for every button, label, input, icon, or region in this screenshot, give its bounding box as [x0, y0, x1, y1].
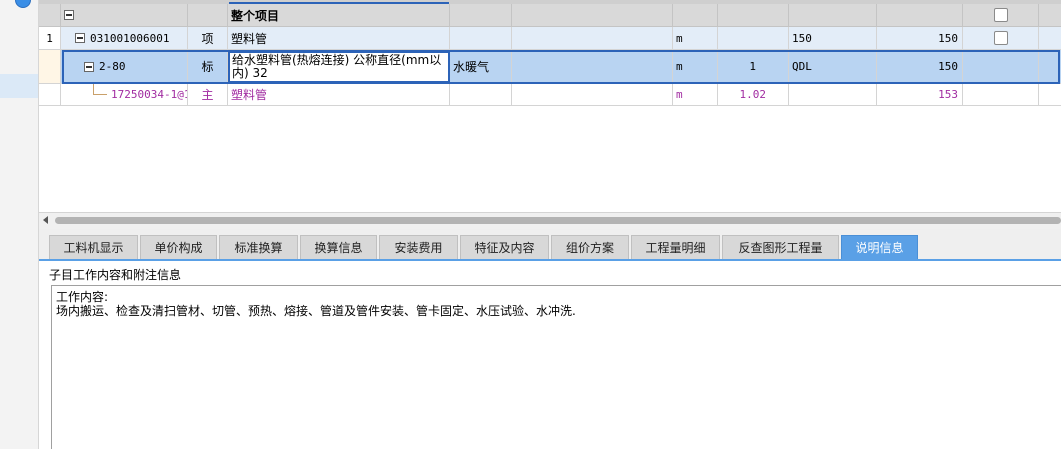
- item-unit: m: [673, 27, 718, 50]
- tab-labor-material-machine[interactable]: 工料机显示: [49, 235, 138, 259]
- quota-type: 标: [188, 50, 228, 84]
- collapse-icon[interactable]: [84, 61, 94, 72]
- tab-standard-conversion[interactable]: 标准换算: [219, 235, 298, 259]
- left-nav-strip: [0, 0, 39, 449]
- quota-unit: m: [673, 50, 718, 84]
- quota-value2: 150: [877, 50, 963, 84]
- panel-caption: 子目工作内容和附注信息: [49, 268, 182, 282]
- item-type: 项: [188, 27, 228, 50]
- tab-install-fee[interactable]: 安装费用: [379, 235, 458, 259]
- tab-quantity-detail[interactable]: 工程量明细: [631, 235, 720, 259]
- bill-grid: 整个项目 1 031001006001 项 塑料管 m 150 150 2-80…: [39, 0, 1061, 212]
- main-code: 17250034-1@1: [61, 84, 188, 106]
- quota-quantity[interactable]: 1: [718, 50, 789, 84]
- project-title: 整个项目: [228, 4, 450, 27]
- quota-code: 2-80: [99, 60, 126, 73]
- table-row-item[interactable]: 1 031001006001 项 塑料管 m 150 150: [39, 27, 1061, 50]
- left-nav-selected-item[interactable]: [0, 74, 38, 98]
- table-row-project[interactable]: 整个项目: [39, 4, 1061, 27]
- main-name[interactable]: 塑料管: [228, 84, 450, 106]
- row-index: 1: [39, 27, 61, 50]
- main-quantity: 1.02: [718, 84, 789, 106]
- tab-description[interactable]: 说明信息: [841, 235, 918, 259]
- detail-tab-bar: 工料机显示 单价构成 标准换算 换算信息 安装费用 特征及内容 组价方案 工程量…: [39, 229, 1061, 261]
- tab-unit-price[interactable]: 单价构成: [140, 235, 217, 259]
- tab-conversion-info[interactable]: 换算信息: [300, 235, 377, 259]
- tab-graphic-quantity[interactable]: 反查图形工程量: [722, 235, 839, 259]
- quota-formula[interactable]: QDL: [789, 50, 877, 84]
- tree-connector: [93, 84, 94, 94]
- item-name[interactable]: 塑料管: [228, 27, 450, 50]
- status-dot-icon[interactable]: [15, 0, 31, 8]
- scroll-left-icon[interactable]: [43, 216, 48, 224]
- main-type: 主: [188, 84, 228, 106]
- horizontal-scrollbar[interactable]: [39, 212, 1061, 228]
- quota-category: 水暖气: [450, 50, 512, 84]
- item-code: 031001006001: [90, 31, 170, 45]
- main-unit: m: [673, 84, 718, 106]
- table-row-main-material[interactable]: 17250034-1@1 主 塑料管 m 1.02 153: [39, 84, 1061, 106]
- description-panel: 子目工作内容和附注信息 工作内容: 场内搬运、检查及清扫管材、切管、预热、熔接、…: [39, 261, 1061, 449]
- table-row-quota[interactable]: 2-80 标 水暖气 m 1 QDL 150: [39, 50, 1061, 84]
- tab-pricing-plan[interactable]: 组价方案: [551, 235, 629, 259]
- item-value2: 150: [877, 27, 963, 50]
- item-value1: 150: [789, 27, 877, 50]
- tab-features[interactable]: 特征及内容: [460, 235, 549, 259]
- main-value2: 153: [877, 84, 963, 106]
- item-checkbox[interactable]: [993, 31, 1008, 45]
- tree-connector: [93, 94, 107, 95]
- app-window: 整个项目 1 031001006001 项 塑料管 m 150 150 2-80…: [0, 0, 1061, 449]
- quota-name-editor[interactable]: 给水塑料管(热熔连接) 公称直径(mm以内) 32: [228, 51, 450, 83]
- collapse-icon[interactable]: [64, 10, 74, 20]
- work-content-textarea[interactable]: 工作内容: 场内搬运、检查及清扫管材、切管、预热、熔接、管道及管件安装、管卡固定…: [51, 285, 1061, 449]
- collapse-icon[interactable]: [75, 33, 85, 43]
- scrollbar-thumb[interactable]: [55, 217, 1061, 224]
- project-checkbox[interactable]: [993, 8, 1008, 22]
